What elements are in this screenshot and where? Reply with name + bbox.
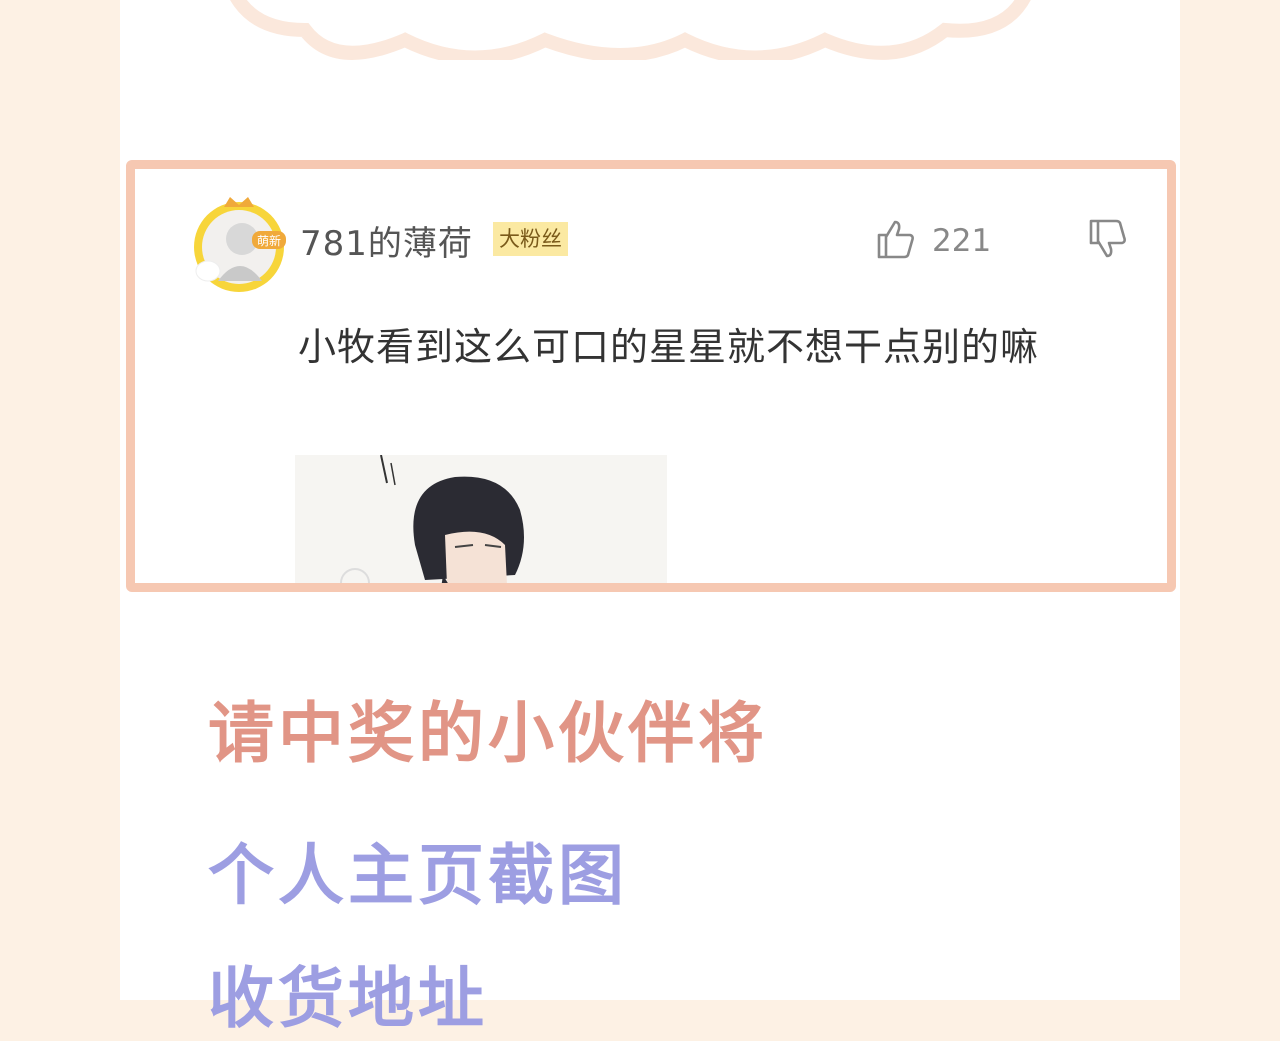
thumbs-down-icon[interactable] [1085, 217, 1129, 261]
username[interactable]: 781的薄荷 [300, 216, 473, 265]
like-count: 221 [932, 223, 992, 259]
announcement-line-2: 个人主页截图 [208, 837, 628, 914]
avatar-tag: 萌新 [257, 233, 281, 248]
cloud-decoration [230, 0, 1031, 60]
announcement-line-3: 收货地址 [208, 960, 488, 1037]
comment-image[interactable] [295, 455, 667, 592]
announcement-line-1: 请中奖的小伙伴将 [208, 695, 768, 772]
thumbs-up-icon[interactable] [873, 217, 917, 261]
avatar[interactable]: 萌新 [190, 189, 288, 295]
fan-badge: 大粉丝 [493, 222, 568, 256]
comment-card: 萌新 781的薄荷 大粉丝 221 小牧看到这么可口的星星就不想干点别的嘛 [126, 160, 1176, 592]
comment-text: 小牧看到这么可口的星星就不想干点别的嘛 [298, 325, 1040, 369]
